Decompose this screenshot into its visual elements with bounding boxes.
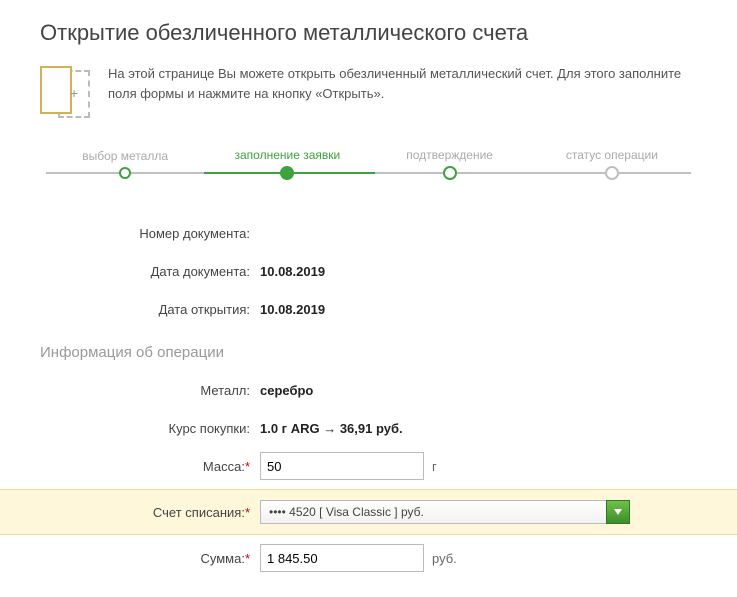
debit-account-select[interactable]: •••• 4520 [ Visa Classic ] руб.	[260, 500, 630, 524]
amount-input[interactable]	[260, 544, 424, 572]
amount-unit: руб.	[432, 551, 457, 566]
mass-unit: г	[432, 459, 437, 474]
step-label: выбор металла	[44, 149, 206, 163]
row-mass: Масса:* г	[40, 447, 697, 485]
label-amount: Сумма:*	[40, 551, 260, 566]
value-doc-date: 10.08.2019	[260, 264, 325, 279]
step-label: статус операции	[531, 148, 693, 162]
row-debit-account: Счет списания:* •••• 4520 [ Visa Classic…	[0, 489, 737, 535]
step-label: подтверждение	[369, 148, 531, 162]
mass-input[interactable]	[260, 452, 424, 480]
section-title: Информация об операции	[40, 344, 697, 361]
row-doc-date: Дата документа: 10.08.2019	[40, 252, 697, 290]
intro-text: На этой странице Вы можете открыть обезл…	[108, 64, 697, 103]
row-amount: Сумма:* руб.	[40, 539, 697, 577]
step-label: заполнение заявки	[206, 148, 368, 162]
row-rate: Курс покупки: 1.0 г ARG → 36,91 руб.	[40, 409, 697, 447]
chevron-down-icon	[614, 509, 622, 515]
new-account-icon: +	[40, 64, 92, 120]
row-doc-number: Номер документа:	[40, 214, 697, 252]
step-metal: выбор металла	[44, 149, 206, 179]
label-rate: Курс покупки:	[40, 421, 260, 436]
label-doc-date: Дата документа:	[40, 264, 260, 279]
label-doc-number: Номер документа:	[40, 226, 260, 241]
dropdown-button[interactable]	[606, 500, 630, 524]
value-metal: серебро	[260, 383, 313, 398]
value-open-date: 10.08.2019	[260, 302, 325, 317]
step-status: статус операции	[531, 148, 693, 180]
label-mass: Масса:*	[40, 459, 260, 474]
progress-stepper: выбор металла заполнение заявки подтверж…	[40, 148, 697, 180]
page-title: Открытие обезличенного металлического сч…	[40, 20, 697, 46]
label-open-date: Дата открытия:	[40, 302, 260, 317]
step-form: заполнение заявки	[206, 148, 368, 180]
value-rate: 1.0 г ARG → 36,91 руб.	[260, 421, 403, 436]
label-metal: Металл:	[40, 383, 260, 398]
label-debit-account: Счет списания:*	[40, 505, 260, 520]
row-open-date: Дата открытия: 10.08.2019	[40, 290, 697, 328]
step-confirm: подтверждение	[369, 148, 531, 180]
debit-account-value: •••• 4520 [ Visa Classic ] руб.	[260, 500, 606, 524]
intro-block: + На этой странице Вы можете открыть обе…	[40, 64, 697, 120]
row-metal: Металл: серебро	[40, 371, 697, 409]
